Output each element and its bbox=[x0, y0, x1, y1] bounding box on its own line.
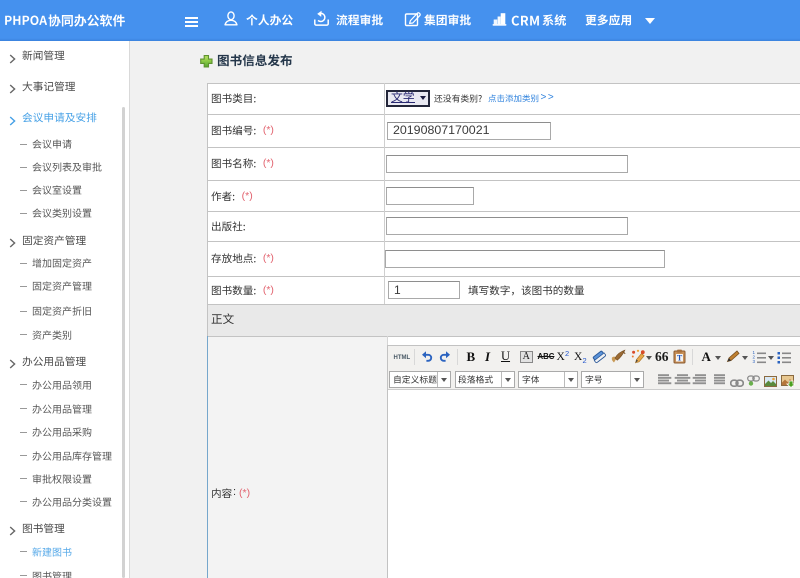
svg-text:T: T bbox=[676, 354, 682, 363]
svg-text:3: 3 bbox=[753, 359, 756, 364]
